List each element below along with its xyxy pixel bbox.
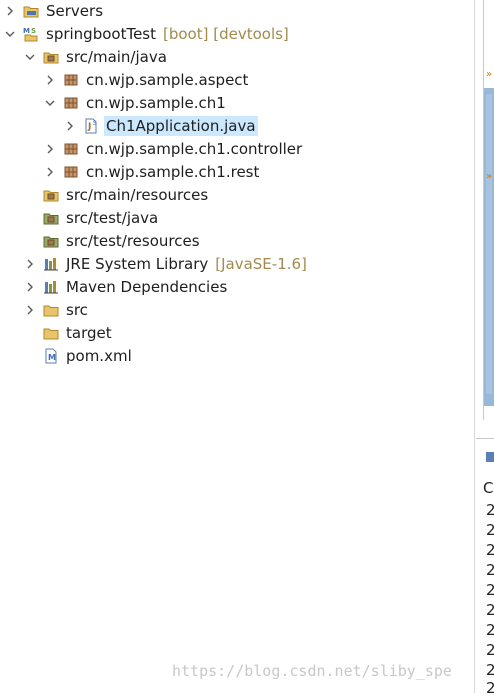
chevron-right-icon[interactable] xyxy=(63,119,77,133)
source-folder-icon xyxy=(43,233,59,249)
xml-file-icon: M xyxy=(43,348,59,364)
console-line: 2 xyxy=(486,501,494,519)
chevron-right-icon[interactable] xyxy=(43,142,57,156)
console-line: 2 xyxy=(486,521,494,539)
tree-item-label: Ch1Application.java xyxy=(104,116,258,136)
console-line: 2 xyxy=(486,541,494,559)
tree-item-label: cn.wjp.sample.ch1.rest xyxy=(86,163,260,181)
tree-item-src-test-resources[interactable]: src/test/resources xyxy=(0,230,474,252)
library-icon xyxy=(43,279,59,295)
svg-text:J: J xyxy=(87,122,91,132)
chevron-right-icon[interactable] xyxy=(23,257,37,271)
tree-item-label: JRE System Library xyxy=(66,255,209,273)
scrollbar-thumb[interactable] xyxy=(484,88,494,406)
svg-text:M: M xyxy=(48,353,56,362)
console-line: 2 xyxy=(486,581,494,599)
tree-item-servers[interactable]: Servers xyxy=(0,0,474,22)
console-line: 2 xyxy=(486,601,494,619)
tree-item-src[interactable]: src xyxy=(0,299,474,321)
project-decoration: [boot] [devtools] xyxy=(163,25,289,43)
tree-item-jre-library[interactable]: JRE System Library [JavaSE-1.6] xyxy=(0,253,474,275)
tree-item-label: target xyxy=(66,324,112,342)
library-decoration: [JavaSE-1.6] xyxy=(215,255,307,273)
tree-item-label: src/test/resources xyxy=(66,232,200,250)
chevron-down-icon[interactable] xyxy=(43,96,57,110)
console-line: 2 xyxy=(486,661,494,679)
console-icon[interactable] xyxy=(486,452,494,462)
console-header: C xyxy=(483,479,494,497)
source-folder-icon xyxy=(43,49,59,65)
library-icon xyxy=(43,256,59,272)
tree-item-package[interactable]: cn.wjp.sample.aspect xyxy=(0,69,474,91)
tree-item-java-file[interactable]: JS Ch1Application.java xyxy=(0,115,474,137)
tree-item-label: cn.wjp.sample.ch1.controller xyxy=(86,140,303,158)
tree-item-label: cn.wjp.sample.ch1 xyxy=(86,94,226,112)
chevron-right-icon[interactable] xyxy=(3,4,17,18)
chevron-right-icon[interactable] xyxy=(43,73,57,87)
chevron-right-icon[interactable] xyxy=(43,165,57,179)
package-icon xyxy=(63,95,79,111)
package-icon xyxy=(63,164,79,180)
view-divider xyxy=(474,0,475,693)
tree-item-package[interactable]: cn.wjp.sample.ch1 xyxy=(0,92,474,114)
tree-item-label: pom.xml xyxy=(66,347,132,365)
console-line: 2 xyxy=(486,621,494,639)
package-icon xyxy=(63,141,79,157)
java-file-icon: JS xyxy=(83,118,99,134)
tree-item-label: springbootTest xyxy=(46,25,156,43)
tree-item-label: src/main/resources xyxy=(66,186,209,204)
svg-text:M: M xyxy=(23,27,30,35)
tree-item-src-main-resources[interactable]: src/main/resources xyxy=(0,184,474,206)
chevron-right-icon[interactable] xyxy=(23,280,37,294)
warning-marker-icon[interactable]: » xyxy=(486,172,493,182)
tree-item-pom[interactable]: M pom.xml xyxy=(0,345,474,367)
folder-server-icon xyxy=(23,3,39,19)
tree-item-target[interactable]: target xyxy=(0,322,474,344)
project-explorer-tree: Servers MS springbootTest [boot] [devtoo… xyxy=(0,0,474,693)
chevron-down-icon[interactable] xyxy=(3,27,17,41)
console-line: 2 xyxy=(486,561,494,579)
chevron-right-icon[interactable] xyxy=(23,303,37,317)
folder-icon xyxy=(43,302,59,318)
spring-project-icon: MS xyxy=(23,26,39,42)
warning-marker-icon[interactable]: » xyxy=(486,70,493,80)
chevron-down-icon[interactable] xyxy=(23,50,37,64)
watermark: https://blog.csdn.net/sliby_spe xyxy=(172,662,452,680)
source-folder-icon xyxy=(43,187,59,203)
tree-item-label: Maven Dependencies xyxy=(66,278,228,296)
tree-item-src-main-java[interactable]: src/main/java xyxy=(0,46,474,68)
tree-item-package[interactable]: cn.wjp.sample.ch1.rest xyxy=(0,161,474,183)
tree-item-project[interactable]: MS springbootTest [boot] [devtools] xyxy=(0,23,474,45)
package-icon xyxy=(63,72,79,88)
tree-item-label: src/main/java xyxy=(66,48,167,66)
svg-text:S: S xyxy=(93,120,97,127)
source-folder-icon xyxy=(43,210,59,226)
tree-item-package[interactable]: cn.wjp.sample.ch1.controller xyxy=(0,138,474,160)
tree-item-label: src xyxy=(66,301,88,319)
tree-item-label: Servers xyxy=(46,2,104,20)
folder-icon xyxy=(43,325,59,341)
svg-text:S: S xyxy=(31,27,36,35)
console-line: 2 xyxy=(486,641,494,659)
tree-item-src-test-java[interactable]: src/test/java xyxy=(0,207,474,229)
tree-item-label: src/test/java xyxy=(66,209,159,227)
tree-item-maven-dependencies[interactable]: Maven Dependencies xyxy=(0,276,474,298)
tree-item-label: cn.wjp.sample.aspect xyxy=(86,71,249,89)
console-line: 2 xyxy=(486,679,494,697)
